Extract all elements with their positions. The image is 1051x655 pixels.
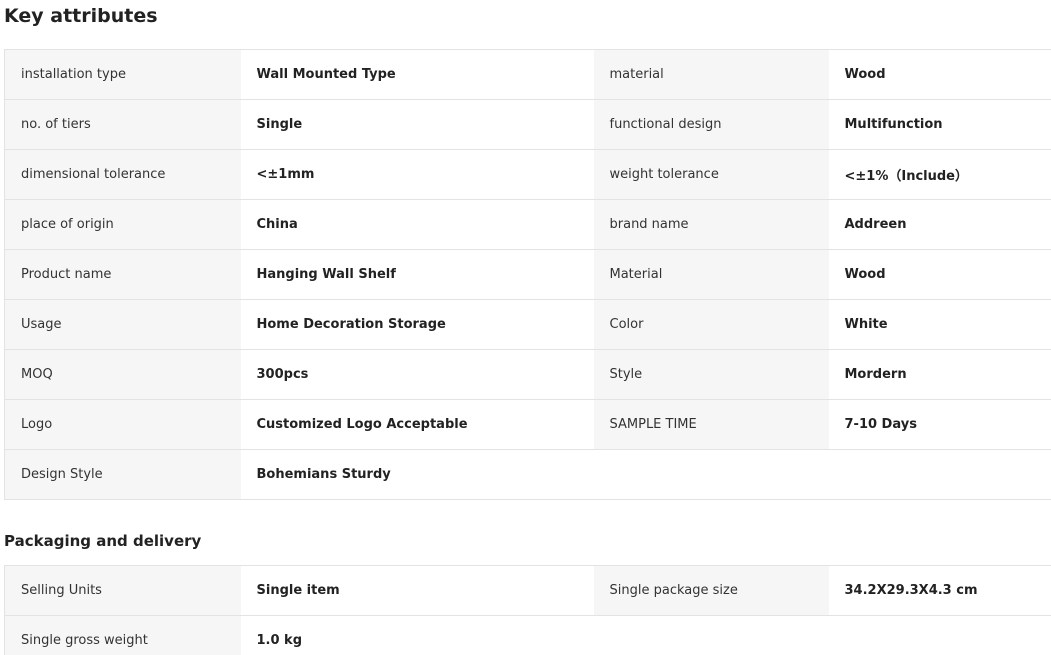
empty-cell — [593, 615, 829, 655]
attribute-value: Wall Mounted Type — [240, 49, 594, 100]
attribute-label: material — [593, 49, 829, 100]
attribute-label: Logo — [4, 399, 241, 450]
attribute-label: dimensional tolerance — [4, 149, 241, 200]
packaging-value: 1.0 kg — [240, 615, 594, 655]
attribute-row: no. of tiers Single functional design Mu… — [4, 99, 1051, 150]
attribute-label: Design Style — [4, 449, 241, 500]
attribute-row: Usage Home Decoration Storage Color Whit… — [4, 299, 1051, 350]
attribute-value: Wood — [828, 49, 1051, 100]
packaging-row: Single gross weight 1.0 kg — [4, 615, 1051, 655]
attribute-row: installation type Wall Mounted Type mate… — [4, 49, 1051, 100]
attribute-label: Style — [593, 349, 829, 400]
attribute-label: Color — [593, 299, 829, 350]
attribute-label: Usage — [4, 299, 241, 350]
packaging-label: Selling Units — [4, 565, 241, 616]
attribute-value: <±1mm — [240, 149, 594, 200]
attribute-value: Hanging Wall Shelf — [240, 249, 594, 300]
packaging-delivery-title: Packaging and delivery — [4, 532, 202, 550]
attribute-value: Home Decoration Storage — [240, 299, 594, 350]
attribute-label: SAMPLE TIME — [593, 399, 829, 450]
attribute-value: 7-10 Days — [828, 399, 1051, 450]
empty-cell — [593, 449, 829, 500]
attribute-value: <±1%（Include） — [828, 149, 1051, 200]
attribute-row: MOQ 300pcs Style Mordern — [4, 349, 1051, 400]
attribute-value: China — [240, 199, 594, 250]
attribute-row: dimensional tolerance <±1mm weight toler… — [4, 149, 1051, 200]
attribute-value: Single — [240, 99, 594, 150]
packaging-delivery-table: Selling Units Single item Single package… — [4, 565, 1051, 655]
attribute-row: Design Style Bohemians Sturdy — [4, 449, 1051, 500]
key-attributes-table: installation type Wall Mounted Type mate… — [4, 49, 1051, 500]
empty-cell — [828, 449, 1051, 500]
packaging-label: Single gross weight — [4, 615, 241, 655]
attribute-value: Mordern — [828, 349, 1051, 400]
packaging-value: Single item — [240, 565, 594, 616]
attribute-label: no. of tiers — [4, 99, 241, 150]
attribute-value: White — [828, 299, 1051, 350]
attribute-value: Wood — [828, 249, 1051, 300]
attribute-label: functional design — [593, 99, 829, 150]
attribute-label: MOQ — [4, 349, 241, 400]
attribute-label: brand name — [593, 199, 829, 250]
packaging-value: 34.2X29.3X4.3 cm — [828, 565, 1051, 616]
attribute-value: 300pcs — [240, 349, 594, 400]
key-attributes-title: Key attributes — [4, 5, 158, 27]
attribute-label: installation type — [4, 49, 241, 100]
attribute-row: Product name Hanging Wall Shelf Material… — [4, 249, 1051, 300]
attribute-value: Addreen — [828, 199, 1051, 250]
attribute-label: place of origin — [4, 199, 241, 250]
attribute-value: Multifunction — [828, 99, 1051, 150]
packaging-row: Selling Units Single item Single package… — [4, 565, 1051, 616]
attribute-label: Product name — [4, 249, 241, 300]
attribute-row: place of origin China brand name Addreen — [4, 199, 1051, 250]
empty-cell — [828, 615, 1051, 655]
attribute-label: weight tolerance — [593, 149, 829, 200]
attribute-label: Material — [593, 249, 829, 300]
attribute-value: Bohemians Sturdy — [240, 449, 594, 500]
attribute-value: Customized Logo Acceptable — [240, 399, 594, 450]
packaging-label: Single package size — [593, 565, 829, 616]
attribute-row: Logo Customized Logo Acceptable SAMPLE T… — [4, 399, 1051, 450]
product-attributes-page: Key attributes installation type Wall Mo… — [0, 0, 1051, 655]
